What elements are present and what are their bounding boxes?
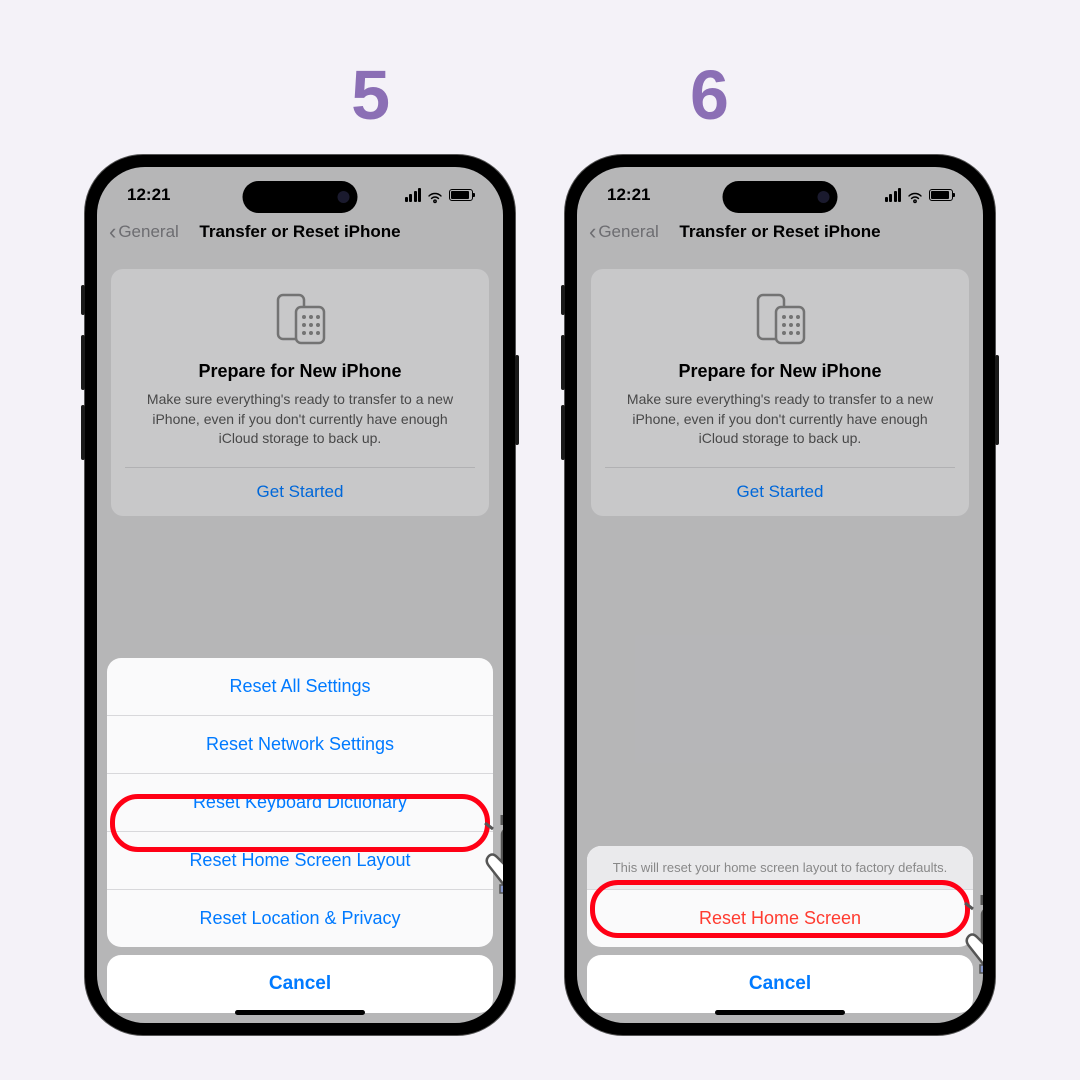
reset-keyboard-dictionary-button[interactable]: Reset Keyboard Dictionary — [107, 774, 493, 832]
reset-home-screen-button[interactable]: Reset Home Screen — [587, 890, 973, 947]
reset-home-screen-layout-button[interactable]: Reset Home Screen Layout — [107, 832, 493, 890]
sheet-header: This will reset your home screen layout … — [587, 846, 973, 890]
home-indicator[interactable] — [235, 1010, 365, 1015]
step-number-6: 6 — [690, 55, 729, 135]
dynamic-island — [723, 181, 838, 213]
reset-all-settings-button[interactable]: Reset All Settings — [107, 658, 493, 716]
dynamic-island — [243, 181, 358, 213]
step-number-5: 5 — [351, 55, 390, 135]
tap-pointer-icon — [952, 887, 983, 977]
reset-location-privacy-button[interactable]: Reset Location & Privacy — [107, 890, 493, 947]
phone-step6: 12:21 ‹General Transfer or Reset iPhone … — [565, 155, 995, 1035]
phone-step5: 12:21 ‹General Transfer or Reset iPhone … — [85, 155, 515, 1035]
action-sheet: This will reset your home screen layout … — [587, 846, 973, 1013]
cancel-button[interactable]: Cancel — [587, 955, 973, 1013]
action-sheet: Reset All Settings Reset Network Setting… — [107, 658, 493, 1013]
cancel-button[interactable]: Cancel — [107, 955, 493, 1013]
reset-network-settings-button[interactable]: Reset Network Settings — [107, 716, 493, 774]
home-indicator[interactable] — [715, 1010, 845, 1015]
tap-pointer-icon — [472, 807, 503, 897]
